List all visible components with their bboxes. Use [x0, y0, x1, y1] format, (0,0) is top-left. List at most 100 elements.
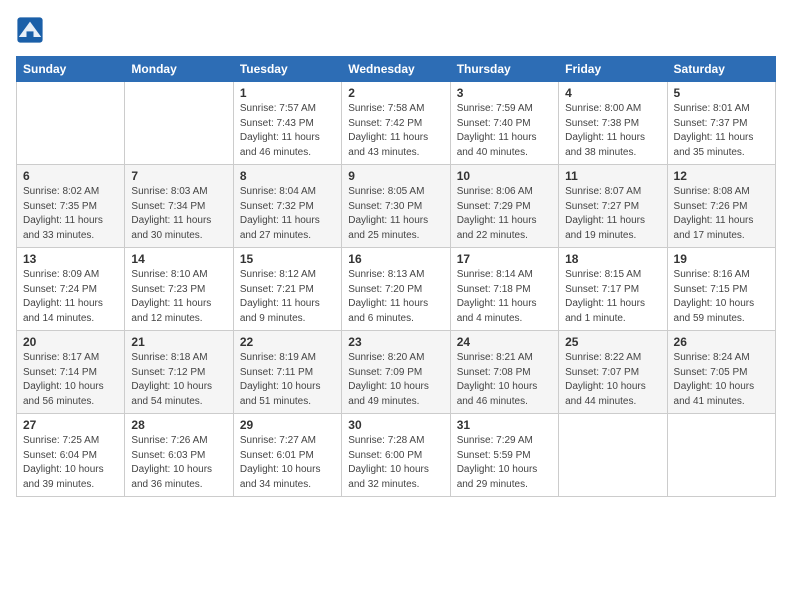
col-header-thursday: Thursday: [450, 57, 558, 82]
day-number: 13: [23, 252, 118, 266]
calendar-cell: [125, 82, 233, 165]
calendar-cell: 16 Sunrise: 8:13 AM Sunset: 7:20 PM Dayli…: [342, 248, 450, 331]
day-number: 10: [457, 169, 552, 183]
day-number: 23: [348, 335, 443, 349]
calendar-cell: 18 Sunrise: 8:15 AM Sunset: 7:17 PM Dayli…: [559, 248, 667, 331]
calendar-week-row: 27 Sunrise: 7:25 AM Sunset: 6:04 PM Dayli…: [17, 414, 776, 497]
day-number: 26: [674, 335, 769, 349]
calendar-cell: 31 Sunrise: 7:29 AM Sunset: 5:59 PM Dayli…: [450, 414, 558, 497]
calendar-table: SundayMondayTuesdayWednesdayThursdayFrid…: [16, 56, 776, 497]
calendar-cell: 17 Sunrise: 8:14 AM Sunset: 7:18 PM Dayli…: [450, 248, 558, 331]
calendar-cell: [17, 82, 125, 165]
day-info: Sunrise: 8:24 AM Sunset: 7:05 PM Dayligh…: [674, 351, 769, 409]
day-number: 4: [565, 86, 660, 100]
day-info: Sunrise: 8:21 AM Sunset: 7:08 PM Dayligh…: [457, 351, 552, 409]
calendar-cell: 1 Sunrise: 7:57 AM Sunset: 7:43 PM Daylig…: [233, 82, 341, 165]
day-number: 16: [348, 252, 443, 266]
day-number: 27: [23, 418, 118, 432]
calendar-cell: 6 Sunrise: 8:02 AM Sunset: 7:35 PM Daylig…: [17, 165, 125, 248]
day-info: Sunrise: 8:15 AM Sunset: 7:17 PM Dayligh…: [565, 268, 660, 326]
day-info: Sunrise: 8:01 AM Sunset: 7:37 PM Dayligh…: [674, 102, 769, 160]
day-info: Sunrise: 7:58 AM Sunset: 7:42 PM Dayligh…: [348, 102, 443, 160]
day-info: Sunrise: 8:09 AM Sunset: 7:24 PM Dayligh…: [23, 268, 118, 326]
calendar-cell: 25 Sunrise: 8:22 AM Sunset: 7:07 PM Dayli…: [559, 331, 667, 414]
day-number: 3: [457, 86, 552, 100]
calendar-cell: 30 Sunrise: 7:28 AM Sunset: 6:00 PM Dayli…: [342, 414, 450, 497]
calendar-cell: 15Sunrise: 8:12 AM Sunset: 7:21 PM Dayli…: [233, 248, 341, 331]
calendar-cell: 22 Sunrise: 8:19 AM Sunset: 7:11 PM Dayli…: [233, 331, 341, 414]
day-number: 7: [131, 169, 226, 183]
day-number: 30: [348, 418, 443, 432]
calendar-cell: 28 Sunrise: 7:26 AM Sunset: 6:03 PM Dayli…: [125, 414, 233, 497]
calendar-cell: 7 Sunrise: 8:03 AM Sunset: 7:34 PM Daylig…: [125, 165, 233, 248]
day-info: Sunrise: 7:25 AM Sunset: 6:04 PM Dayligh…: [23, 434, 118, 492]
day-info: Sunrise: 8:03 AM Sunset: 7:34 PM Dayligh…: [131, 185, 226, 243]
day-info: Sunrise: 8:18 AM Sunset: 7:12 PM Dayligh…: [131, 351, 226, 409]
day-number: 2: [348, 86, 443, 100]
day-info: Sunrise: 7:29 AM Sunset: 5:59 PM Dayligh…: [457, 434, 552, 492]
day-number: 28: [131, 418, 226, 432]
calendar-cell: 13 Sunrise: 8:09 AM Sunset: 7:24 PM Dayli…: [17, 248, 125, 331]
day-number: 22: [240, 335, 335, 349]
day-info: Sunrise: 8:07 AM Sunset: 7:27 PM Dayligh…: [565, 185, 660, 243]
day-info: Sunrise: 8:16 AM Sunset: 7:15 PM Dayligh…: [674, 268, 769, 326]
calendar-cell: 8Sunrise: 8:04 AM Sunset: 7:32 PM Daylig…: [233, 165, 341, 248]
day-number: 19: [674, 252, 769, 266]
day-info: Sunrise: 8:20 AM Sunset: 7:09 PM Dayligh…: [348, 351, 443, 409]
calendar-cell: 14 Sunrise: 8:10 AM Sunset: 7:23 PM Dayli…: [125, 248, 233, 331]
day-info: Sunrise: 7:27 AM Sunset: 6:01 PM Dayligh…: [240, 434, 335, 492]
calendar-cell: 2 Sunrise: 7:58 AM Sunset: 7:42 PM Daylig…: [342, 82, 450, 165]
day-number: 17: [457, 252, 552, 266]
col-header-tuesday: Tuesday: [233, 57, 341, 82]
col-header-wednesday: Wednesday: [342, 57, 450, 82]
calendar-cell: 12 Sunrise: 8:08 AM Sunset: 7:26 PM Dayli…: [667, 165, 775, 248]
calendar-week-row: 6 Sunrise: 8:02 AM Sunset: 7:35 PM Daylig…: [17, 165, 776, 248]
calendar-cell: 24 Sunrise: 8:21 AM Sunset: 7:08 PM Dayli…: [450, 331, 558, 414]
calendar-week-row: 20Sunrise: 8:17 AM Sunset: 7:14 PM Dayli…: [17, 331, 776, 414]
day-info: Sunrise: 8:19 AM Sunset: 7:11 PM Dayligh…: [240, 351, 335, 409]
day-info: Sunrise: 8:10 AM Sunset: 7:23 PM Dayligh…: [131, 268, 226, 326]
calendar-cell: 26 Sunrise: 8:24 AM Sunset: 7:05 PM Dayli…: [667, 331, 775, 414]
day-info: Sunrise: 8:13 AM Sunset: 7:20 PM Dayligh…: [348, 268, 443, 326]
day-number: 14: [131, 252, 226, 266]
page-header: [16, 16, 776, 44]
day-info: Sunrise: 7:26 AM Sunset: 6:03 PM Dayligh…: [131, 434, 226, 492]
calendar-cell: 19 Sunrise: 8:16 AM Sunset: 7:15 PM Dayli…: [667, 248, 775, 331]
day-info: Sunrise: 8:12 AM Sunset: 7:21 PM Dayligh…: [240, 268, 335, 326]
calendar-cell: 27 Sunrise: 7:25 AM Sunset: 6:04 PM Dayli…: [17, 414, 125, 497]
calendar-cell: 4Sunrise: 8:00 AM Sunset: 7:38 PM Daylig…: [559, 82, 667, 165]
day-number: 25: [565, 335, 660, 349]
day-number: 29: [240, 418, 335, 432]
calendar-cell: 21 Sunrise: 8:18 AM Sunset: 7:12 PM Dayli…: [125, 331, 233, 414]
calendar-cell: [559, 414, 667, 497]
day-info: Sunrise: 7:57 AM Sunset: 7:43 PM Dayligh…: [240, 102, 335, 160]
day-info: Sunrise: 8:02 AM Sunset: 7:35 PM Dayligh…: [23, 185, 118, 243]
day-info: Sunrise: 8:14 AM Sunset: 7:18 PM Dayligh…: [457, 268, 552, 326]
day-number: 18: [565, 252, 660, 266]
day-number: 12: [674, 169, 769, 183]
day-number: 20: [23, 335, 118, 349]
calendar-week-row: 1 Sunrise: 7:57 AM Sunset: 7:43 PM Daylig…: [17, 82, 776, 165]
calendar-cell: 9Sunrise: 8:05 AM Sunset: 7:30 PM Daylig…: [342, 165, 450, 248]
day-number: 31: [457, 418, 552, 432]
day-number: 6: [23, 169, 118, 183]
calendar-cell: 5 Sunrise: 8:01 AM Sunset: 7:37 PM Daylig…: [667, 82, 775, 165]
calendar-cell: 3 Sunrise: 7:59 AM Sunset: 7:40 PM Daylig…: [450, 82, 558, 165]
day-info: Sunrise: 8:08 AM Sunset: 7:26 PM Dayligh…: [674, 185, 769, 243]
calendar-cell: 23 Sunrise: 8:20 AM Sunset: 7:09 PM Dayli…: [342, 331, 450, 414]
day-info: Sunrise: 8:06 AM Sunset: 7:29 PM Dayligh…: [457, 185, 552, 243]
day-number: 8: [240, 169, 335, 183]
logo: [16, 16, 48, 44]
col-header-monday: Monday: [125, 57, 233, 82]
col-header-saturday: Saturday: [667, 57, 775, 82]
day-number: 1: [240, 86, 335, 100]
day-number: 24: [457, 335, 552, 349]
day-info: Sunrise: 7:28 AM Sunset: 6:00 PM Dayligh…: [348, 434, 443, 492]
day-info: Sunrise: 7:59 AM Sunset: 7:40 PM Dayligh…: [457, 102, 552, 160]
logo-icon: [16, 16, 44, 44]
day-number: 21: [131, 335, 226, 349]
calendar-cell: 11Sunrise: 8:07 AM Sunset: 7:27 PM Dayli…: [559, 165, 667, 248]
calendar-cell: 29 Sunrise: 7:27 AM Sunset: 6:01 PM Dayli…: [233, 414, 341, 497]
day-number: 5: [674, 86, 769, 100]
day-info: Sunrise: 8:22 AM Sunset: 7:07 PM Dayligh…: [565, 351, 660, 409]
